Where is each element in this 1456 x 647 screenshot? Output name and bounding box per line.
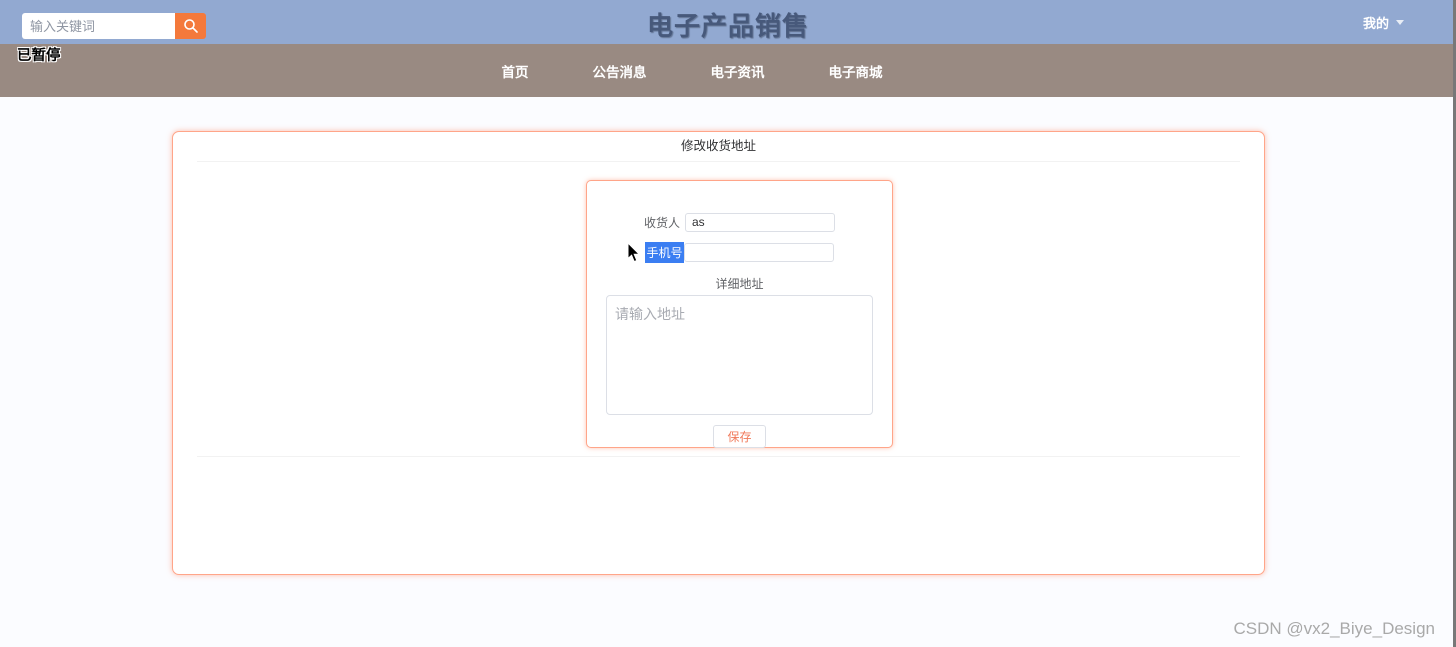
card-title: 修改收货地址 xyxy=(680,139,756,153)
page-title: 电子产品销售 xyxy=(646,11,809,41)
recipient-label: 收货人 xyxy=(643,215,680,230)
nav-items: 首页 公告消息 电子资讯 电子商城 xyxy=(492,55,893,87)
save-row: 保存 xyxy=(587,425,892,448)
chevron-down-icon xyxy=(1396,20,1404,25)
nav-item-news[interactable]: 电子资讯 xyxy=(701,55,775,87)
nav-item-home[interactable]: 首页 xyxy=(492,55,539,87)
divider xyxy=(197,161,1240,162)
save-button[interactable]: 保存 xyxy=(713,425,766,448)
phone-label: 手机号 xyxy=(645,241,684,263)
nav-item-mall[interactable]: 电子商城 xyxy=(819,55,893,87)
address-form: 收货人 手机号 详细地址 保存 xyxy=(586,180,893,448)
mouse-cursor-icon xyxy=(627,241,641,268)
user-menu[interactable]: 我的 xyxy=(1363,13,1404,32)
address-label: 详细地址 xyxy=(715,277,764,291)
top-header: 电子产品销售 我的 xyxy=(0,0,1456,44)
paused-overlay-label: 已暂停 xyxy=(17,48,61,64)
main-nav: 首页 公告消息 电子资讯 电子商城 xyxy=(0,44,1456,97)
user-menu-label: 我的 xyxy=(1362,16,1389,31)
recipient-row: 收货人 xyxy=(587,212,892,232)
nav-item-announcements[interactable]: 公告消息 xyxy=(583,55,657,87)
address-edit-card: 修改收货地址 收货人 手机号 详细地址 保存 xyxy=(172,131,1265,575)
address-textarea[interactable] xyxy=(606,295,873,415)
divider xyxy=(197,456,1240,457)
phone-input[interactable] xyxy=(683,242,834,262)
recipient-input[interactable] xyxy=(685,212,835,232)
watermark-text: CSDN @vx2_Biye_Design xyxy=(1233,619,1435,638)
